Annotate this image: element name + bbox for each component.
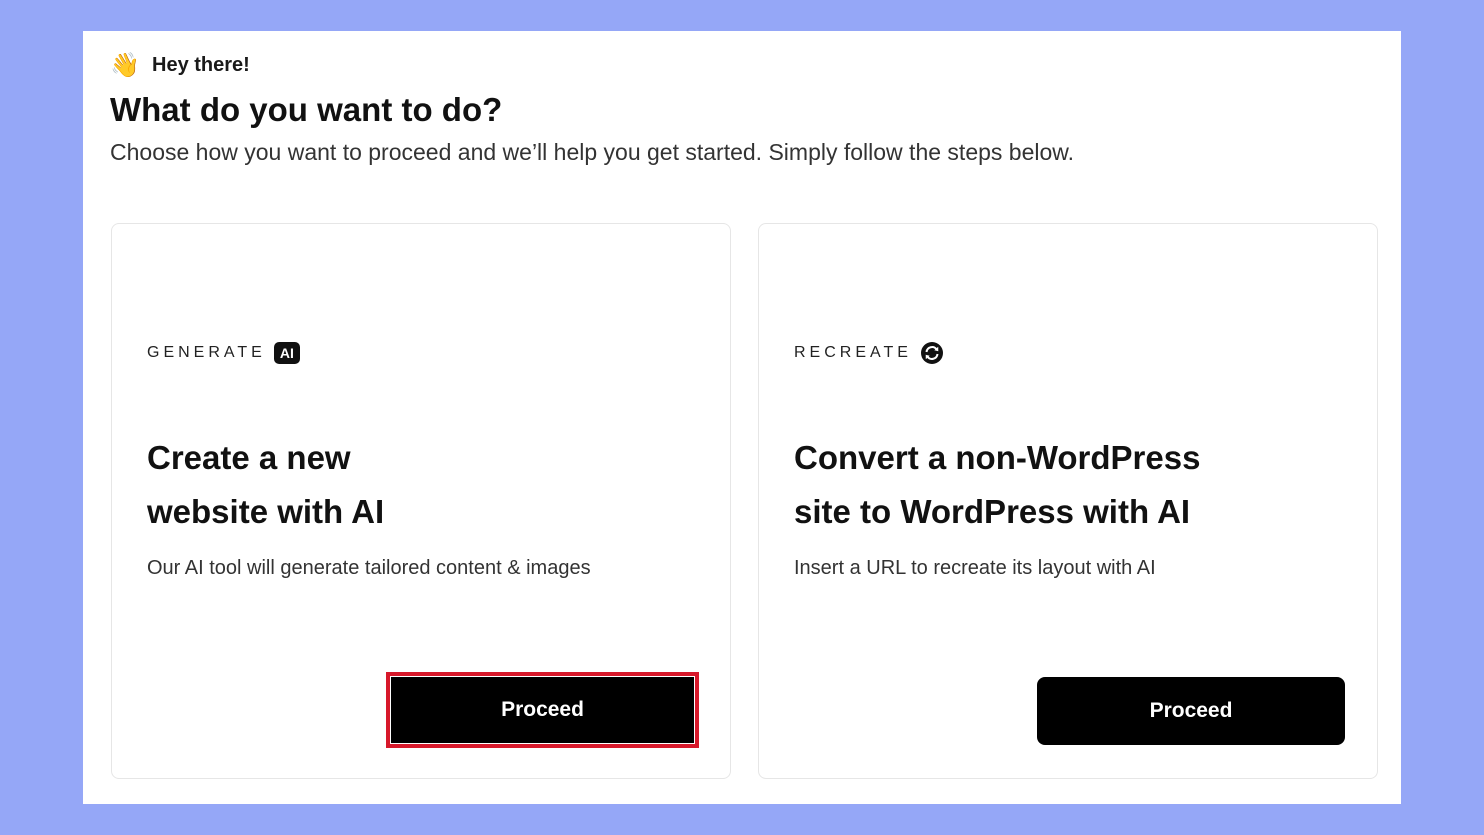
card-title-line-2: site to WordPress with AI: [794, 493, 1191, 530]
refresh-circle-icon: [920, 341, 944, 365]
card-eyebrow: GENERATE AI: [147, 341, 300, 365]
proceed-button-generate[interactable]: Proceed: [391, 677, 694, 743]
onboarding-panel: 👋 Hey there! What do you want to do? Cho…: [83, 31, 1401, 804]
card-description: Our AI tool will generate tailored conte…: [147, 557, 591, 579]
card-title-line-1: Create a new: [147, 439, 351, 476]
greeting-text: Hey there!: [152, 53, 250, 76]
proceed-button-recreate[interactable]: Proceed: [1037, 677, 1345, 745]
recreate-option-card[interactable]: RECREATE Convert a non-WordPress site to…: [758, 223, 1378, 779]
card-description: Insert a URL to recreate its layout with…: [794, 557, 1156, 579]
page-title: What do you want to do?: [110, 91, 503, 128]
eyebrow-label-recreate: RECREATE: [794, 344, 912, 361]
waving-hand-icon: 👋: [110, 51, 140, 79]
card-title-line-1: Convert a non-WordPress: [794, 439, 1201, 476]
generate-option-card[interactable]: GENERATE AI Create a new website with AI…: [111, 223, 731, 779]
card-title: Create a new website with AI: [147, 431, 667, 539]
ai-badge: AI: [273, 342, 300, 364]
greeting: 👋 Hey there!: [110, 49, 250, 81]
eyebrow-label-generate: GENERATE: [147, 344, 266, 361]
page-subtitle: Choose how you want to proceed and we’ll…: [110, 139, 1075, 165]
card-title: Convert a non-WordPress site to WordPres…: [794, 431, 1314, 539]
card-eyebrow: RECREATE: [794, 341, 944, 365]
card-title-line-2: website with AI: [147, 493, 385, 530]
